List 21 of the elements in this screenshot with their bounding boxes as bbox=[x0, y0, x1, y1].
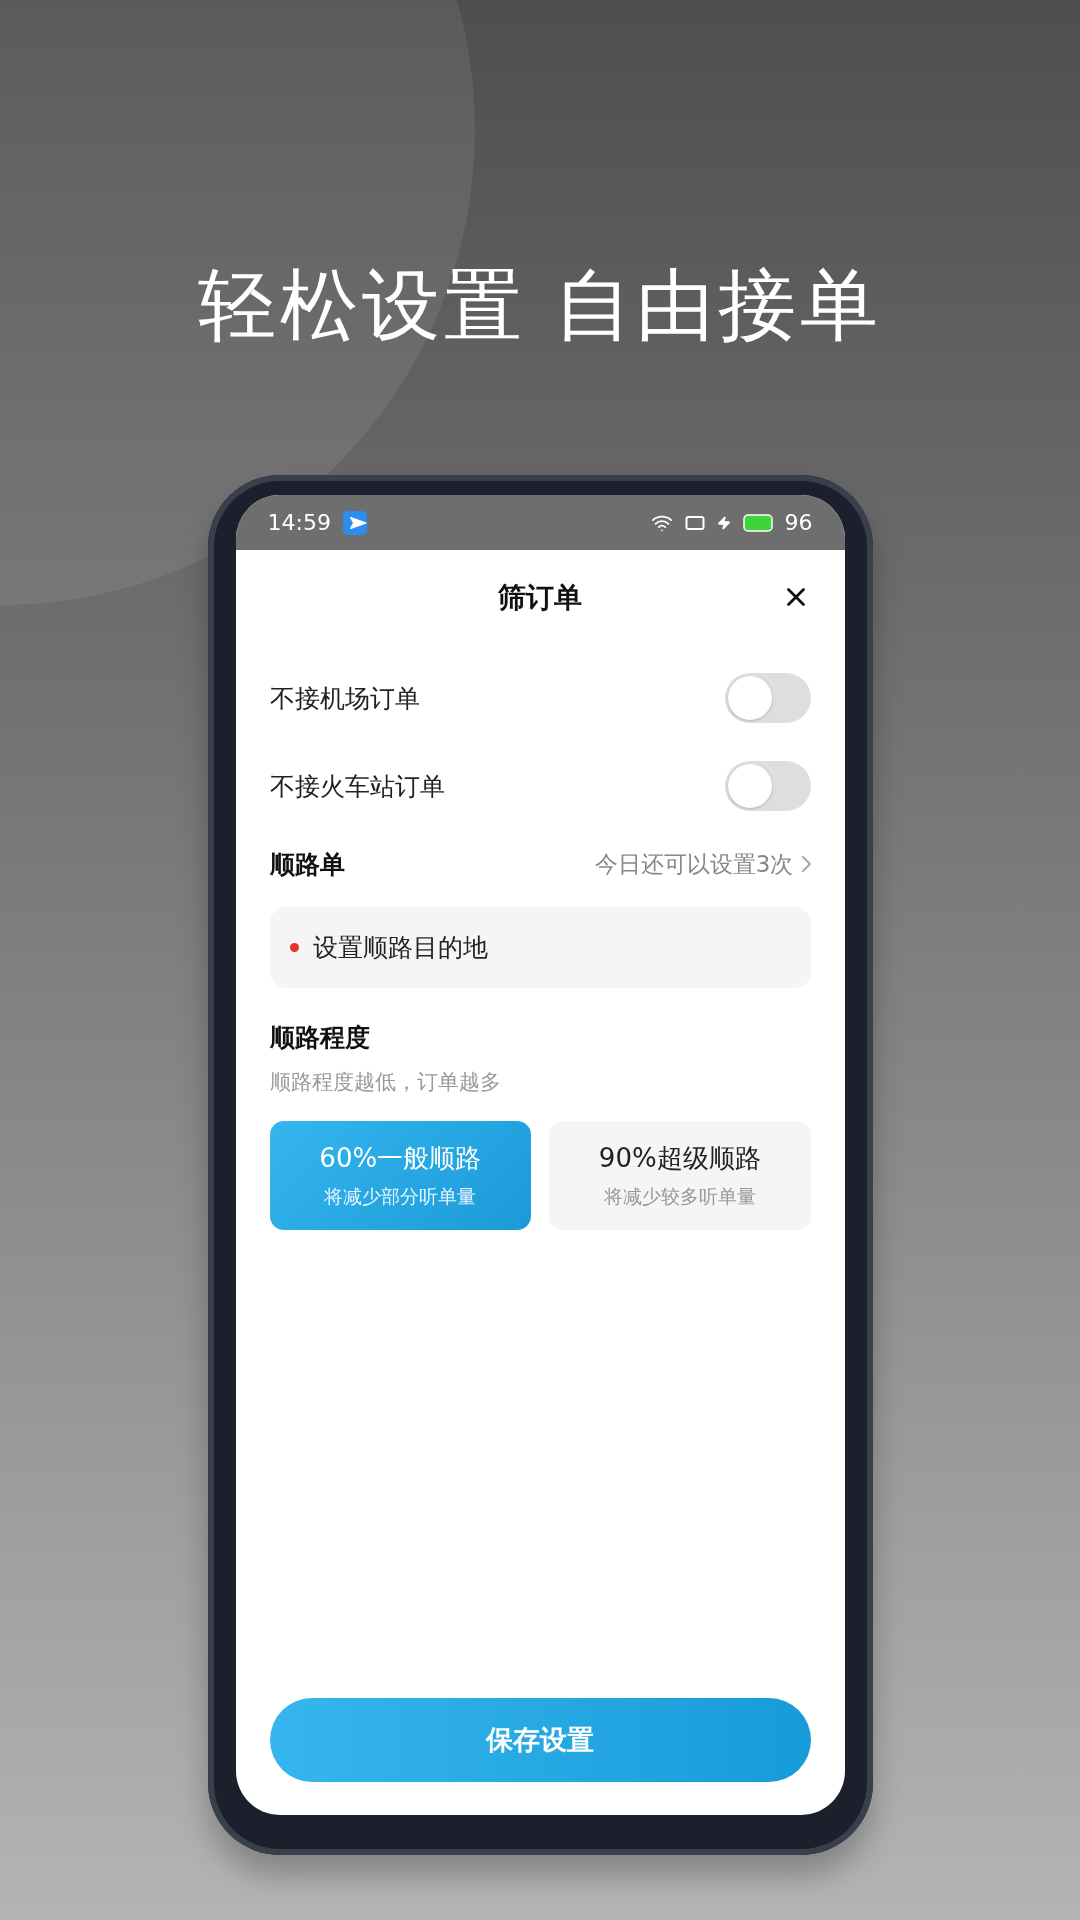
screen-icon bbox=[684, 514, 705, 531]
headline: 轻松设置 自由接单 bbox=[197, 259, 883, 352]
toggle-switch[interactable] bbox=[724, 673, 811, 723]
remaining-times-link[interactable]: 今日还可以设置3次 bbox=[594, 848, 811, 880]
battery-icon bbox=[742, 513, 773, 532]
section-title: 顺路程度 bbox=[269, 1023, 371, 1053]
charging-icon bbox=[716, 515, 731, 530]
option-label: 不接火车站订单 bbox=[269, 770, 445, 803]
sheet-title: 筛订单 bbox=[498, 579, 582, 616]
battery-level: 96 bbox=[784, 510, 813, 535]
status-time: 14:59 bbox=[267, 510, 331, 535]
degree-option[interactable]: 60%一般顺路 将减少部分听单量 bbox=[269, 1121, 531, 1230]
section-title: 顺路单 bbox=[269, 848, 345, 881]
degree-option[interactable]: 90%超级顺路 将减少较多听单量 bbox=[549, 1121, 811, 1230]
section-subtitle: 顺路程度越低，订单越多 bbox=[269, 1069, 502, 1096]
chevron-right-icon bbox=[801, 856, 811, 872]
toggle-switch[interactable] bbox=[724, 761, 811, 811]
location-icon bbox=[342, 510, 367, 535]
option-label: 不接机场订单 bbox=[269, 682, 420, 715]
destination-field[interactable]: 设置顺路目的地 bbox=[269, 907, 811, 988]
save-button[interactable]: 保存设置 bbox=[269, 1698, 811, 1782]
